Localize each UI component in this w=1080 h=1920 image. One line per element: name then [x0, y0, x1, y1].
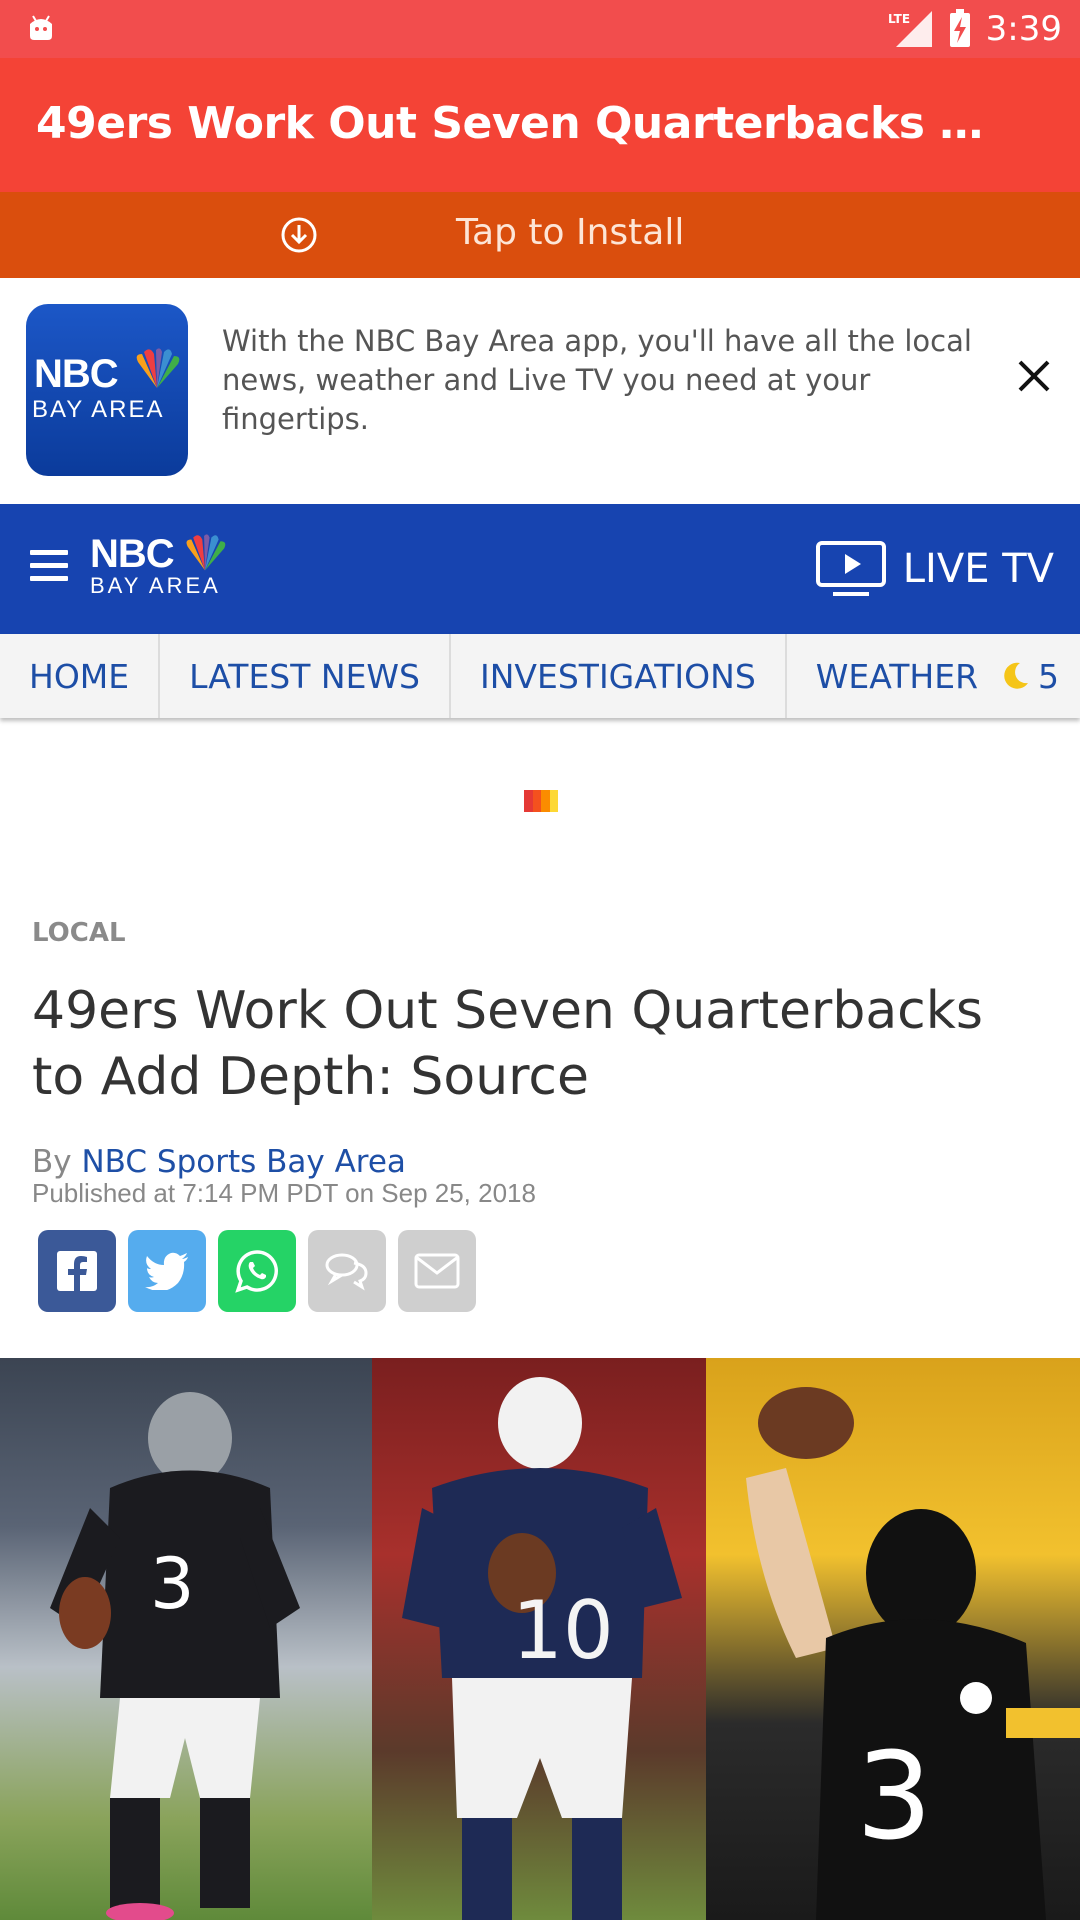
promo-message: With the NBC Bay Area app, you'll have a… [222, 324, 972, 436]
player-illustration: 3 [50, 1392, 300, 1920]
tab-weather[interactable]: WEATHER 5 [787, 634, 1080, 718]
tab-home[interactable]: HOME [0, 634, 161, 718]
battery-charging-icon [949, 9, 970, 47]
facebook-icon [57, 1251, 97, 1291]
site-logo[interactable]: NBC BAY AREA [90, 534, 232, 598]
player-illustration: 3 [746, 1387, 1080, 1920]
tab-weather-label: WEATHER [815, 656, 979, 696]
peacock-icon [136, 348, 180, 388]
byline: By NBC Sports Bay Area [32, 1144, 406, 1180]
live-tv-label: LIVE TV [902, 546, 1054, 592]
svg-text:10: 10 [512, 1584, 614, 1677]
svg-text:3: 3 [856, 1728, 932, 1867]
install-label[interactable]: Tap to Install [456, 212, 684, 253]
hero-panel-steelers: 3 [706, 1358, 1080, 1920]
published-date: Published at 7:14 PM PDT on Sep 25, 2018 [32, 1178, 536, 1208]
email-icon [414, 1253, 460, 1289]
share-facebook-button[interactable] [38, 1230, 116, 1312]
menu-icon[interactable] [30, 550, 70, 584]
status-bar: LTE 3:39 [0, 0, 1080, 58]
whatsapp-icon [235, 1250, 278, 1293]
share-comments-button[interactable] [308, 1230, 386, 1312]
app-logo[interactable]: NBC BAY AREA [26, 304, 188, 476]
tv-play-icon [815, 541, 886, 596]
brand-text: NBC [90, 532, 175, 576]
app-promo: NBC BAY AREA With the NBC Bay Area app, … [0, 278, 1080, 504]
close-icon[interactable] [1016, 358, 1052, 394]
logo-text: NBC [34, 352, 119, 396]
moon-icon [1004, 662, 1029, 689]
install-banner[interactable]: Tap to Install [0, 192, 1080, 278]
twitter-icon [145, 1252, 188, 1290]
share-email-button[interactable] [398, 1230, 476, 1312]
weather-temp: 5 [1038, 656, 1060, 696]
peacock-icon [186, 534, 225, 571]
svg-text:LTE: LTE [888, 12, 910, 26]
share-bar [38, 1230, 476, 1312]
weather-widget: 5 [1002, 657, 1059, 696]
player-illustration: 10 [402, 1377, 682, 1920]
comments-icon [325, 1253, 368, 1291]
site-header: NBC BAY AREA LIVE TV [0, 504, 1080, 634]
page-title: 49ers Work Out Seven Quarterbacks to Add… [36, 98, 986, 149]
logo-subtext: BAY AREA [32, 396, 165, 423]
app-bar: 49ers Work Out Seven Quarterbacks to Add… [0, 58, 1080, 192]
byline-prefix: By [32, 1144, 72, 1180]
article-hero-image[interactable]: 3 10 3 [0, 1358, 1080, 1920]
author-link[interactable]: NBC Sports Bay Area [81, 1144, 405, 1180]
tab-investigations[interactable]: INVESTIGATIONS [451, 634, 787, 718]
lte-signal-icon: LTE [888, 11, 932, 47]
article-headline: 49ers Work Out Seven Quarterbacks to Add… [32, 981, 983, 1107]
brand-subtext: BAY AREA [90, 573, 221, 598]
loading-indicator [524, 790, 558, 812]
download-icon [281, 217, 317, 253]
live-tv-button[interactable]: LIVE TV [815, 540, 1054, 598]
share-whatsapp-button[interactable] [218, 1230, 296, 1312]
share-twitter-button[interactable] [128, 1230, 206, 1312]
section-nav: HOME LATEST NEWS INVESTIGATIONS WEATHER … [0, 634, 1080, 718]
tab-latest-news[interactable]: LATEST NEWS [160, 634, 451, 718]
clock: 3:39 [985, 9, 1062, 49]
svg-text:3: 3 [150, 1543, 195, 1625]
section-label[interactable]: LOCAL [32, 918, 126, 948]
hero-panel-chargers: 10 [372, 1358, 706, 1920]
android-icon [30, 15, 52, 40]
hero-panel-raiders: 3 [0, 1358, 372, 1920]
